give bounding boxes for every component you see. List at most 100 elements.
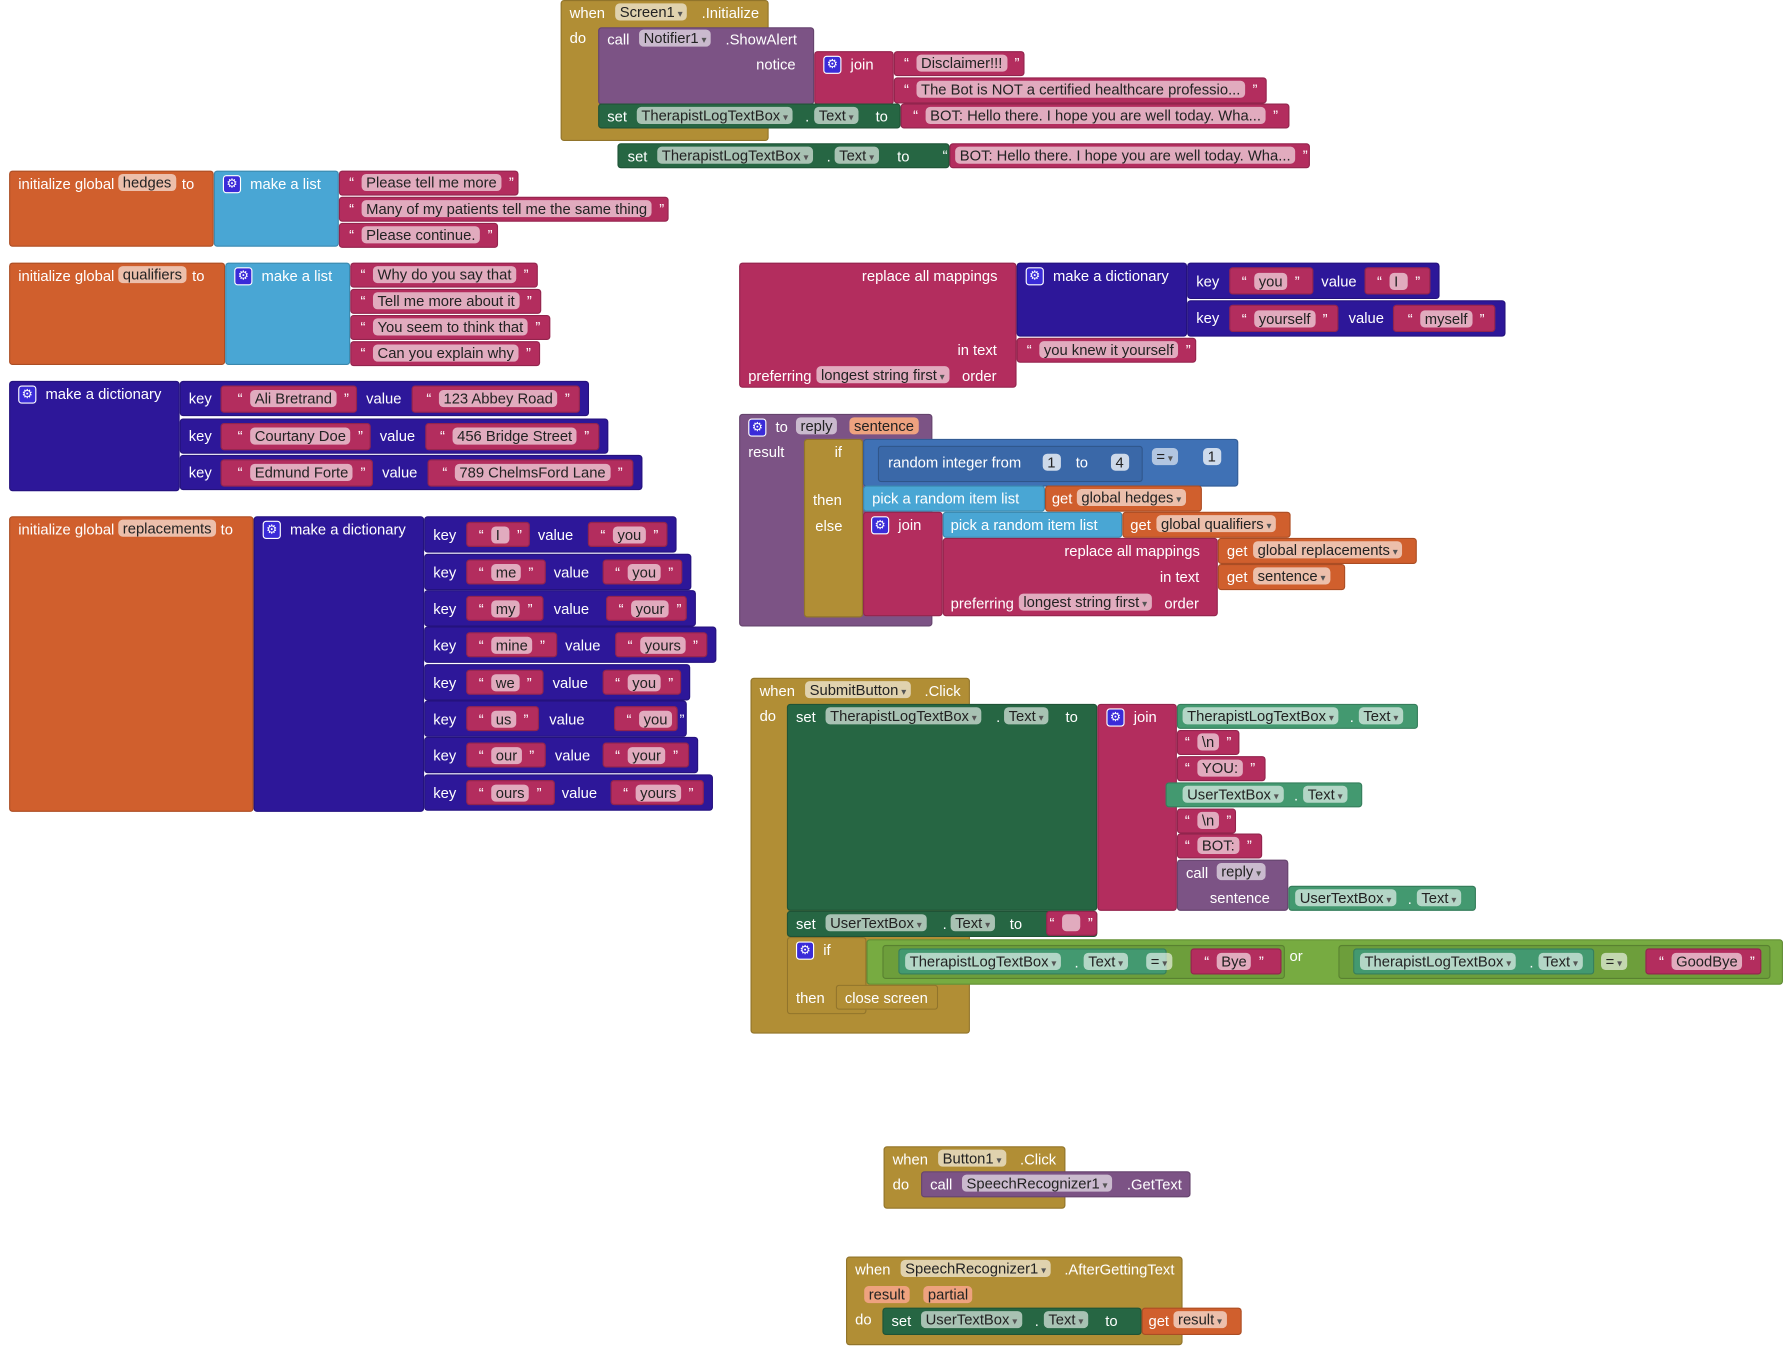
string-field[interactable]: I <box>479 526 522 544</box>
string-field[interactable]: your <box>615 747 679 765</box>
string-field[interactable]: Many of my patients tell me the same thi… <box>349 200 664 218</box>
string-field[interactable]: Edmund Forte <box>238 463 366 481</box>
comp-dropdown[interactable]: Screen1 <box>615 3 688 21</box>
reply-dropdown[interactable]: reply <box>1216 863 1266 881</box>
notifier-dropdown[interactable]: Notifier1 <box>639 29 712 47</box>
number-field[interactable]: 4 <box>1110 453 1130 471</box>
string-field[interactable]: mine <box>479 636 545 654</box>
qual-dropdown[interactable]: global qualifiers <box>1156 515 1277 533</box>
g1-dropdown[interactable]: TherapistLogTextBox <box>905 952 1062 970</box>
string-field[interactable] <box>1050 914 1093 932</box>
blocks-workspace[interactable]: when Screen1 .Initialize do call Notifier1 .Sh… <box>0 0 1783 1346</box>
comp-dropdown[interactable]: SpeechRecognizer1 <box>900 1259 1051 1277</box>
string-field[interactable]: yours <box>628 636 698 654</box>
string-field[interactable]: Why do you say that <box>360 266 528 284</box>
name-field[interactable]: qualifiers <box>118 266 187 284</box>
gear-icon[interactable]: ⚙ <box>871 516 890 535</box>
target-dropdown[interactable]: TherapistLogTextBox <box>636 106 793 124</box>
string-field[interactable]: yours <box>623 784 693 802</box>
string-field[interactable]: you <box>627 710 684 728</box>
p1-field[interactable]: result <box>864 1286 910 1304</box>
gear-icon[interactable]: ⚙ <box>1025 267 1044 286</box>
result-dropdown[interactable]: result <box>1173 1311 1227 1329</box>
g1-dropdown[interactable]: TherapistLogTextBox <box>1182 707 1339 725</box>
number-field[interactable]: 1 <box>1042 453 1061 471</box>
eq-dropdown[interactable]: = <box>1151 448 1178 466</box>
name-field[interactable]: replacements <box>118 519 217 537</box>
string-field[interactable]: Tell me more about it <box>360 292 531 310</box>
mode-dropdown[interactable]: longest string first <box>1018 593 1152 611</box>
make-a-dictionary[interactable] <box>253 516 425 812</box>
target-dropdown[interactable]: TherapistLogTextBox <box>825 707 982 725</box>
string-field[interactable]: The Bot is NOT a certified healthcare pr… <box>904 80 1257 98</box>
string-field[interactable]: you <box>615 564 673 582</box>
string-field[interactable]: ours <box>479 784 542 802</box>
string-field[interactable]: BOT: Hello there. I hope you are well to… <box>943 146 1308 164</box>
gear-icon[interactable]: ⚙ <box>795 941 815 960</box>
string-field[interactable]: You seem to think that <box>360 318 541 336</box>
utb-dropdown[interactable]: UserTextBox <box>825 914 927 932</box>
gear-icon[interactable]: ⚙ <box>823 55 842 74</box>
string-field[interactable]: you <box>600 526 658 544</box>
string-field[interactable]: you <box>615 674 673 692</box>
gear-icon[interactable]: ⚙ <box>18 385 37 404</box>
comp2-dropdown[interactable]: SpeechRecognizer1 <box>961 1174 1113 1192</box>
comp-dropdown[interactable]: SubmitButton <box>805 681 911 699</box>
param-field[interactable]: sentence <box>849 417 919 435</box>
gear-icon[interactable]: ⚙ <box>222 175 242 194</box>
string-field[interactable]: my <box>479 600 533 618</box>
string-field[interactable]: us <box>479 710 528 728</box>
string-field[interactable]: me <box>479 564 533 582</box>
string-field[interactable]: Can you explain why <box>360 344 531 362</box>
utb-dropdown[interactable]: UserTextBox <box>921 1311 1022 1329</box>
string-field[interactable]: you knew it yourself <box>1027 341 1191 359</box>
string-field[interactable]: your <box>618 600 682 618</box>
prop-dropdown[interactable]: Text <box>1083 952 1128 970</box>
prop-dropdown[interactable]: Text <box>1043 1311 1089 1329</box>
string-field[interactable]: YOU: <box>1185 759 1255 777</box>
comp-dropdown[interactable]: Button1 <box>938 1149 1007 1167</box>
string-field[interactable]: 456 Bridge Street <box>440 427 589 445</box>
string-field[interactable]: BOT: Hello there. I hope you are well to… <box>913 106 1278 124</box>
reps-dropdown[interactable]: global replacements <box>1253 541 1403 559</box>
hedges-dropdown[interactable]: global hedges <box>1076 488 1186 507</box>
name-field[interactable]: reply <box>795 417 838 435</box>
join-block[interactable] <box>1097 703 1177 911</box>
string-field[interactable]: I <box>1377 272 1420 290</box>
p2-field[interactable]: partial <box>923 1286 973 1304</box>
string-field[interactable]: \n <box>1185 733 1231 751</box>
prop-dropdown[interactable]: Text <box>1416 889 1462 907</box>
string-field[interactable]: Please continue. <box>349 226 493 244</box>
prop-dropdown[interactable]: Text <box>1538 952 1583 970</box>
string-field[interactable]: Bye <box>1204 952 1264 970</box>
prop-dropdown[interactable]: Text <box>1303 785 1348 803</box>
string-field[interactable]: yourself <box>1242 310 1327 328</box>
gear-icon[interactable]: ⚙ <box>748 418 767 437</box>
string-field[interactable]: BOT: <box>1185 836 1252 854</box>
string-field[interactable]: Ali Bretrand <box>238 390 349 408</box>
eq-dropdown[interactable]: = <box>1601 952 1627 970</box>
string-field[interactable]: GoodBye <box>1659 952 1755 970</box>
name-field[interactable]: hedges <box>118 173 176 192</box>
utb-dropdown[interactable]: UserTextBox <box>1182 785 1284 803</box>
string-field[interactable]: our <box>479 747 534 765</box>
sentence-dropdown[interactable]: sentence <box>1253 567 1331 585</box>
string-field[interactable]: you <box>1242 272 1300 290</box>
string-field[interactable]: Please tell me more <box>349 173 514 192</box>
string-field[interactable]: we <box>479 674 531 692</box>
string-field[interactable]: Disclaimer!!! <box>904 54 1019 72</box>
gear-icon[interactable]: ⚙ <box>262 520 281 539</box>
string-field[interactable]: 123 Abbey Road <box>426 390 570 408</box>
gear-icon[interactable]: ⚙ <box>1106 708 1125 727</box>
string-field[interactable]: Courtany Doe <box>238 427 363 445</box>
init-global-replacements[interactable] <box>9 516 254 812</box>
prop-dropdown[interactable]: Text <box>834 146 879 164</box>
target-dropdown[interactable]: TherapistLogTextBox <box>657 146 814 164</box>
prop-dropdown[interactable]: Text <box>814 106 859 124</box>
number-field[interactable]: 1 <box>1203 448 1222 466</box>
gear-icon[interactable]: ⚙ <box>234 267 253 286</box>
string-field[interactable]: myself <box>1408 310 1484 328</box>
string-field[interactable]: \n <box>1185 811 1231 829</box>
string-field[interactable]: 789 ChelmsFord Lane <box>442 463 622 481</box>
eq-dropdown[interactable]: = <box>1146 952 1172 970</box>
